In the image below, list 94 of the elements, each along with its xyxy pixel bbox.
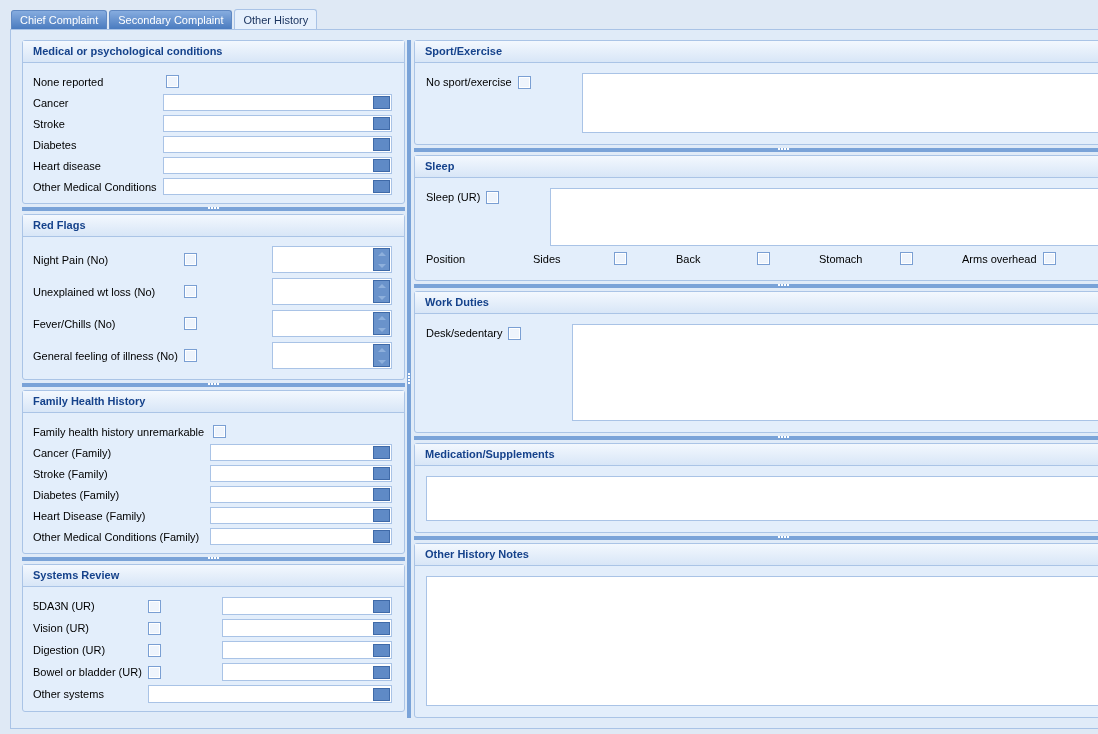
field-label: Other Medical Conditions [33, 180, 157, 193]
dropdown-button[interactable] [373, 665, 390, 679]
option-label: Arms overhead [962, 252, 1038, 265]
dropdown-button[interactable] [373, 687, 390, 701]
text-area[interactable] [550, 188, 1098, 246]
field-label: Night Pain (No) [33, 253, 110, 266]
checkbox[interactable] [147, 665, 161, 679]
option-label: Stomach [819, 252, 864, 265]
dropdown-field[interactable] [162, 115, 392, 132]
field-label: Digestion (UR) [33, 644, 107, 656]
field-label: 5DA3N (UR) [33, 600, 96, 612]
spin-button[interactable] [373, 280, 390, 303]
dropdown-field[interactable] [210, 444, 392, 461]
panel-title: Red Flags [23, 215, 404, 237]
field-label: Diabetes (Family) [33, 488, 121, 501]
up-down-arrows-icon [376, 345, 387, 366]
dropdown-field[interactable] [210, 528, 392, 545]
tab[interactable]: Chief Complaint [11, 10, 108, 29]
field-label: None reported [33, 75, 105, 88]
field-label: General feeling of illness (No) [33, 349, 178, 362]
field-label: Heart Disease (Family) [33, 509, 147, 522]
dropdown-field[interactable] [210, 465, 392, 482]
text-area[interactable] [581, 73, 1098, 133]
dropdown-button[interactable] [373, 621, 390, 635]
spin-field[interactable] [272, 278, 392, 305]
up-down-arrows-icon [376, 313, 387, 334]
option-label: Sides [533, 252, 562, 265]
field-label: Unexplained wt loss (No) [33, 285, 157, 298]
checkbox[interactable] [165, 75, 179, 88]
panel-title: Other History Notes [415, 544, 1098, 566]
checkbox[interactable] [147, 599, 161, 613]
dropdown-field[interactable] [162, 94, 392, 111]
checkbox[interactable] [147, 643, 161, 657]
field-label: Sleep (UR) [426, 191, 481, 203]
panel-title: Family Health History [23, 391, 404, 413]
checkbox[interactable] [508, 327, 522, 340]
panel-title: Sport/Exercise [415, 41, 1098, 63]
field-label: Other systems [33, 688, 105, 700]
dropdown-button[interactable] [373, 599, 390, 613]
field-label: Family health history unremarkable [33, 425, 205, 438]
spin-field[interactable] [272, 342, 392, 369]
dropdown-button[interactable] [373, 643, 390, 657]
dropdown-field[interactable] [222, 641, 392, 659]
field-label: Bowel or bladder (UR) [33, 666, 142, 678]
field-label: Position [426, 252, 467, 265]
text-area[interactable] [572, 324, 1098, 421]
dropdown-field[interactable] [162, 157, 392, 174]
field-label: Diabetes [33, 138, 78, 151]
checkbox[interactable] [213, 425, 227, 438]
field-label: Stroke (Family) [33, 467, 109, 480]
up-down-arrows-icon [376, 281, 387, 302]
tab[interactable]: Other History [234, 9, 318, 29]
dropdown-field[interactable] [210, 486, 392, 503]
panel-title: Sleep [415, 156, 1098, 178]
tab[interactable]: Secondary Complaint [109, 10, 233, 29]
checkbox[interactable] [614, 252, 627, 265]
field-label: Vision (UR) [33, 622, 91, 634]
field-label: Desk/sedentary [426, 327, 503, 339]
panel-title: Systems Review [23, 565, 404, 587]
dropdown-field[interactable] [222, 663, 392, 681]
checkbox[interactable] [900, 252, 913, 265]
checkbox[interactable] [183, 285, 197, 298]
field-label: Heart disease [33, 159, 102, 172]
spin-button[interactable] [373, 312, 390, 335]
spin-field[interactable] [272, 246, 392, 273]
spin-field[interactable] [272, 310, 392, 337]
up-down-arrows-icon [376, 249, 387, 270]
spin-button[interactable] [373, 248, 390, 271]
checkbox[interactable] [517, 76, 531, 89]
field-label: Cancer (Family) [33, 446, 113, 459]
checkbox[interactable] [757, 252, 770, 265]
spin-button[interactable] [373, 344, 390, 367]
field-label: Other Medical Conditions (Family) [33, 530, 201, 543]
dropdown-field[interactable] [162, 136, 392, 153]
checkbox[interactable] [183, 317, 197, 330]
dropdown-field[interactable] [162, 178, 392, 195]
checkbox[interactable] [183, 253, 197, 266]
field-label: No sport/exercise [426, 76, 512, 88]
field-label: Stroke [33, 117, 66, 130]
checkbox[interactable] [486, 191, 500, 204]
panel-title: Medical or psychological conditions [23, 41, 404, 63]
checkbox[interactable] [183, 349, 197, 362]
checkbox[interactable] [147, 621, 161, 635]
field-label: Fever/Chills (No) [33, 317, 117, 330]
dropdown-field[interactable] [222, 597, 392, 615]
field-label: Cancer [33, 96, 70, 109]
option-label: Back [676, 252, 702, 265]
checkbox[interactable] [1043, 252, 1056, 265]
dropdown-field[interactable] [210, 507, 392, 524]
text-area[interactable] [426, 476, 1098, 521]
dropdown-field[interactable] [147, 685, 392, 703]
panel-title: Work Duties [415, 292, 1098, 314]
panel-title: Medication/Supplements [415, 444, 1098, 466]
dropdown-field[interactable] [222, 619, 392, 637]
